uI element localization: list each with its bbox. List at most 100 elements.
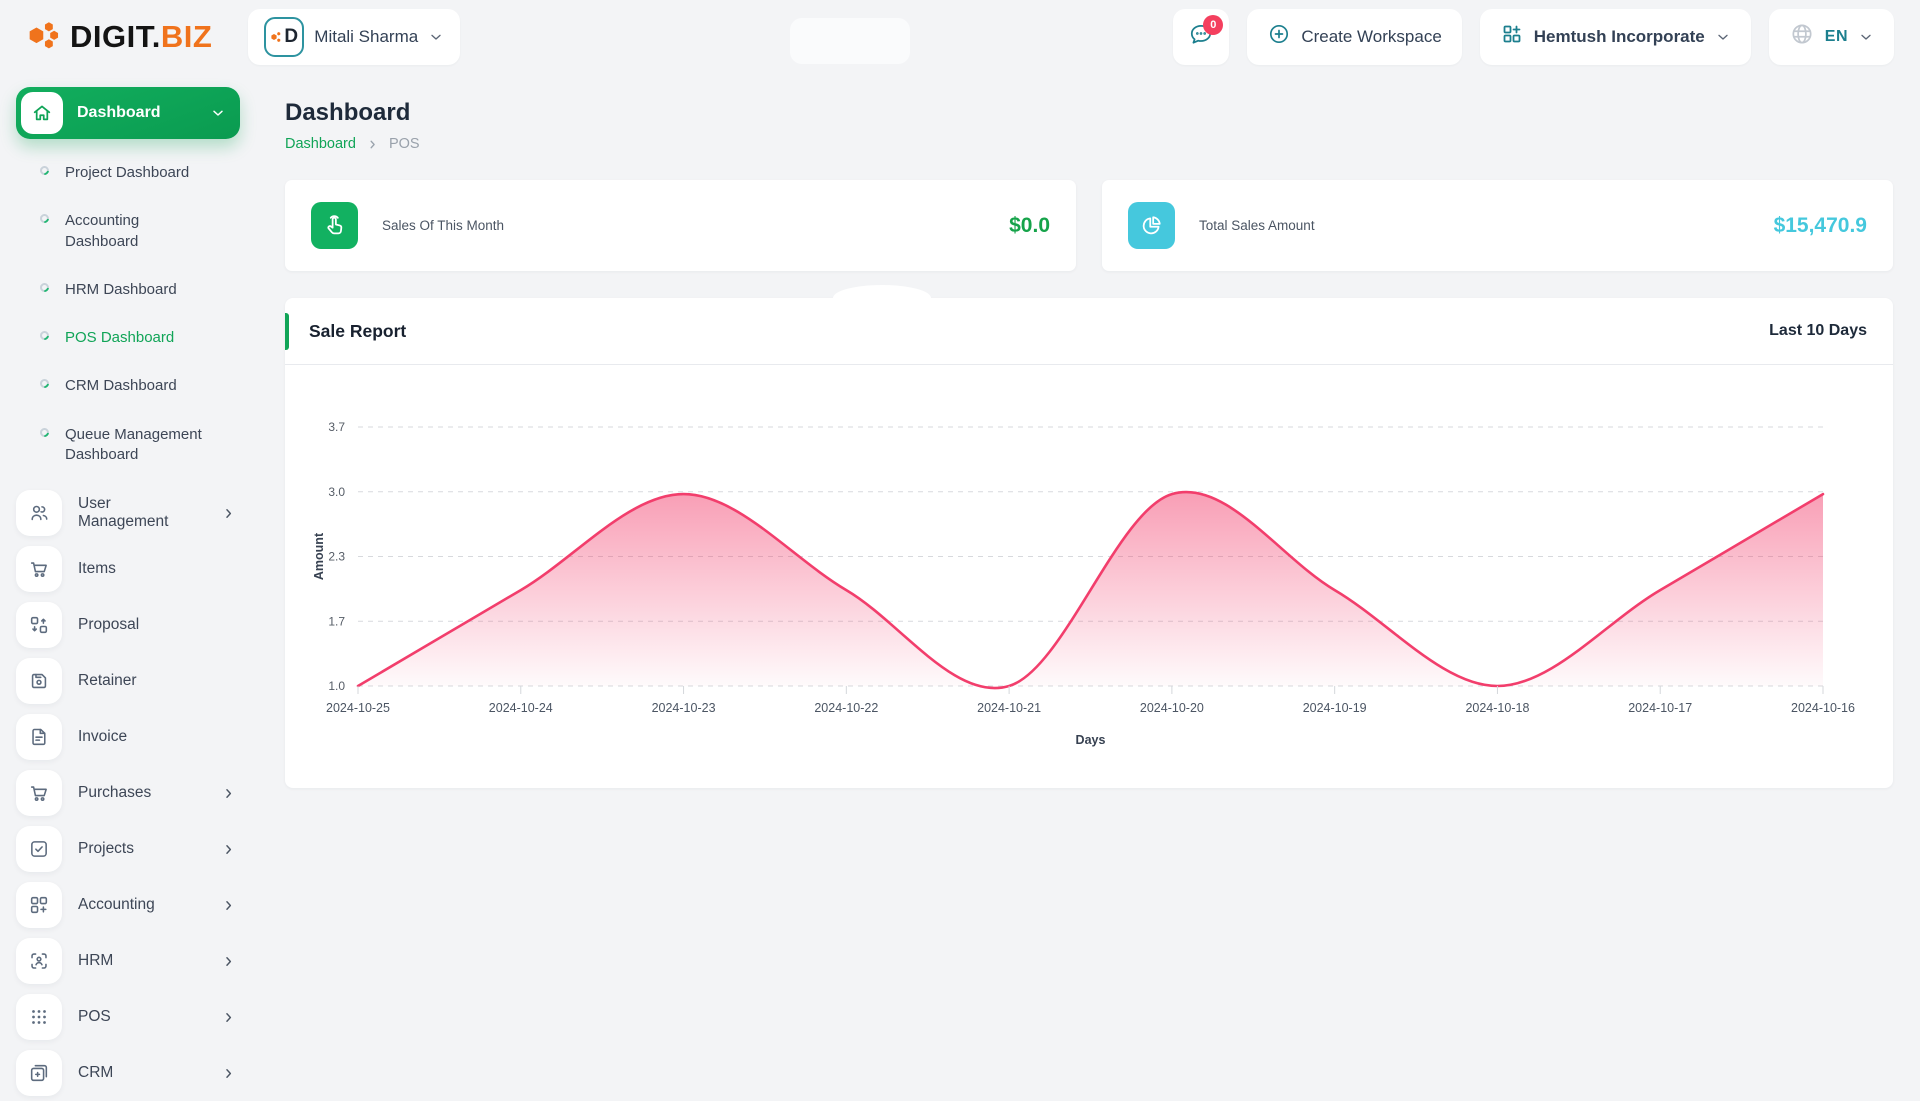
dashboard-submenu: Project Dashboard Accounting Dashboard HRM… [16, 149, 258, 479]
svg-text:1.0: 1.0 [328, 679, 345, 693]
stat-label: Sales Of This Month [382, 218, 504, 233]
sidebar-subitem-accounting-dashboard[interactable]: Accounting Dashboard [16, 197, 258, 266]
svg-text:2.3: 2.3 [328, 550, 345, 564]
svg-text:3.7: 3.7 [328, 420, 345, 434]
breadcrumb-dashboard[interactable]: Dashboard [285, 136, 356, 152]
sidebar-item-label: Items [78, 560, 236, 578]
sidebar-subitem-hrm-dashboard[interactable]: HRM Dashboard [16, 266, 258, 314]
svg-text:2024-10-22: 2024-10-22 [814, 701, 878, 715]
sidebar-subitem-label: POS Dashboard [65, 328, 174, 348]
header-accent-bar [285, 313, 289, 350]
retainer-icon [16, 658, 62, 704]
bullet-ring-icon [38, 377, 51, 390]
sidebar-subitem-label: Project Dashboard [65, 163, 189, 183]
sidebar-item-hrm[interactable]: HRM [16, 933, 258, 989]
page-title: Dashboard [285, 99, 1893, 127]
sidebar-item-label: POS [78, 1008, 205, 1026]
svg-text:2024-10-21: 2024-10-21 [977, 701, 1041, 715]
home-icon [21, 92, 63, 134]
breadcrumb: Dashboard POS [285, 136, 1893, 152]
sidebar-item-items[interactable]: Items [16, 541, 258, 597]
tap-icon [311, 202, 358, 249]
sidebar-subitem-label: CRM Dashboard [65, 376, 177, 396]
brand-logo-icon [26, 17, 60, 56]
company-dropdown[interactable]: Hemtush Incorporate [1480, 9, 1751, 65]
sidebar-subitem-label: HRM Dashboard [65, 280, 177, 300]
sidebar-item-invoice[interactable]: Invoice [16, 709, 258, 765]
chevron-down-icon [210, 105, 226, 121]
sale-report-chart[interactable]: 1.01.72.33.03.72024-10-252024-10-242024-… [285, 365, 1893, 785]
area-chart-svg: 1.01.72.33.03.72024-10-252024-10-242024-… [285, 365, 1893, 785]
chevron-right-icon [221, 506, 236, 521]
proposal-icon [16, 602, 62, 648]
bullet-ring-icon [38, 164, 51, 177]
topbar: DIGIT.BIZ D Mitali Sharma 0 [0, 0, 1920, 73]
sidebar-subitem-label: Accounting Dashboard [65, 211, 215, 252]
sidebar: Dashboard Project Dashboard Accounting Da… [0, 73, 258, 1080]
sidebar-item-proposal[interactable]: Proposal [16, 597, 258, 653]
x-axis-label: Days [1076, 733, 1106, 747]
sidebar-subitem-queue-management-dashboard[interactable]: Queue Management Dashboard [16, 411, 258, 480]
hrm-icon [16, 938, 62, 984]
chevron-right-icon [221, 786, 236, 801]
stat-card-total-sales-amount: Total Sales Amount $15,470.9 [1102, 180, 1893, 271]
pos-icon [16, 994, 62, 1040]
sidebar-item-dashboard[interactable]: Dashboard [16, 87, 240, 139]
bullet-ring-icon [38, 212, 51, 225]
stat-value: $15,470.9 [1774, 214, 1867, 238]
svg-text:2024-10-24: 2024-10-24 [489, 701, 553, 715]
create-workspace-button[interactable]: Create Workspace [1247, 9, 1461, 65]
svg-text:2024-10-23: 2024-10-23 [652, 701, 716, 715]
svg-text:2024-10-20: 2024-10-20 [1140, 701, 1204, 715]
sidebar-item-label: Projects [78, 840, 205, 858]
topbar-actions: 0 Create Workspace Hemtush Incorporate [1173, 9, 1894, 65]
breadcrumb-chevron-icon [366, 138, 379, 151]
bullet-ring-icon [38, 426, 51, 439]
stat-label: Total Sales Amount [1199, 218, 1315, 233]
workspace-user-name: Mitali Sharma [314, 27, 418, 47]
svg-text:2024-10-19: 2024-10-19 [1303, 701, 1367, 715]
sidebar-item-user-management[interactable]: User Management [16, 485, 258, 541]
brand-logo[interactable]: DIGIT.BIZ [26, 17, 212, 56]
chevron-right-icon [221, 954, 236, 969]
cart-icon [16, 546, 62, 592]
sidebar-item-pos[interactable]: POS [16, 989, 258, 1045]
chevron-down-icon [428, 29, 444, 45]
svg-text:2024-10-17: 2024-10-17 [1628, 701, 1692, 715]
chevron-right-icon [221, 842, 236, 857]
stat-value: $0.0 [1009, 214, 1050, 238]
sidebar-item-retainer[interactable]: Retainer [16, 653, 258, 709]
sidebar-item-label: CRM [78, 1064, 205, 1082]
svg-text:3.0: 3.0 [328, 485, 345, 499]
svg-text:2024-10-18: 2024-10-18 [1465, 701, 1529, 715]
workspace-grid-icon [1500, 22, 1524, 51]
sidebar-item-label: Invoice [78, 728, 236, 746]
sidebar-item-purchases[interactable]: Purchases [16, 765, 258, 821]
svg-text:2024-10-16: 2024-10-16 [1791, 701, 1855, 715]
sidebar-item-crm[interactable]: CRM [16, 1045, 258, 1101]
workspace-logo-icon: D [264, 17, 304, 57]
sidebar-subitem-label: Queue Management Dashboard [65, 425, 215, 466]
chat-badge: 0 [1203, 15, 1223, 35]
create-workspace-label: Create Workspace [1301, 27, 1441, 47]
language-dropdown[interactable]: EN [1769, 9, 1894, 65]
chevron-down-icon [1715, 29, 1731, 45]
chat-button[interactable]: 0 [1173, 9, 1229, 65]
projects-icon [16, 826, 62, 872]
breadcrumb-pos: POS [389, 136, 420, 152]
bullet-ring-icon [38, 281, 51, 294]
plus-circle-icon [1267, 22, 1291, 51]
workspace-user-dropdown[interactable]: D Mitali Sharma [248, 9, 460, 65]
workspace-logo-letter: D [284, 26, 298, 48]
sidebar-item-label: HRM [78, 952, 205, 970]
chevron-down-icon [1858, 29, 1874, 45]
sidebar-subitem-project-dashboard[interactable]: Project Dashboard [16, 149, 258, 197]
company-name: Hemtush Incorporate [1534, 27, 1705, 47]
sidebar-item-label: Accounting [78, 896, 205, 914]
sidebar-item-accounting[interactable]: Accounting [16, 877, 258, 933]
crm-icon [16, 1050, 62, 1096]
stat-card-sales-of-this-month: Sales Of This Month $0.0 [285, 180, 1076, 271]
sidebar-item-projects[interactable]: Projects [16, 821, 258, 877]
sidebar-subitem-pos-dashboard[interactable]: POS Dashboard [16, 314, 258, 362]
sidebar-subitem-crm-dashboard[interactable]: CRM Dashboard [16, 362, 258, 410]
